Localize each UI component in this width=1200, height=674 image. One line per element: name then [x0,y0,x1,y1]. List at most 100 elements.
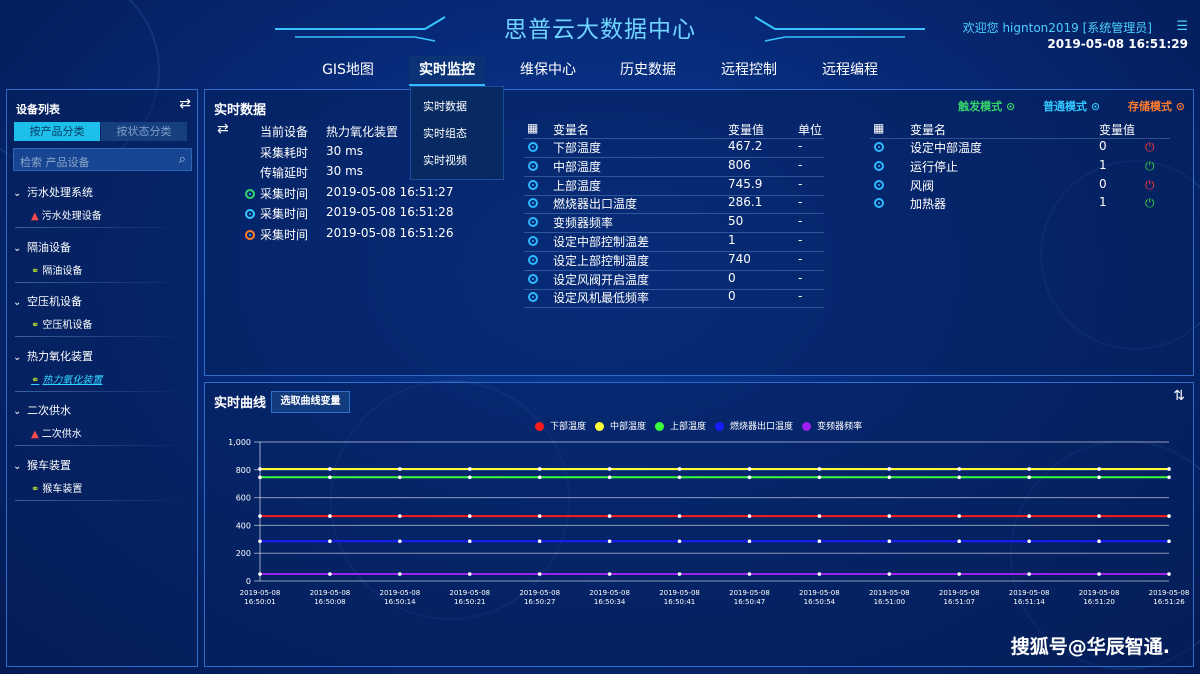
chevron-down-icon: ⌄ [13,243,22,254]
x-tick-time: 16:51:14 [1013,598,1045,606]
tab-by-product[interactable]: 按产品分类 [14,122,100,141]
nav-maintenance[interactable]: 维保中心 [510,56,586,86]
swap-icon[interactable]: ⇄ [217,121,229,137]
sidebar-title: 设备列表 [16,103,60,116]
data-point [607,467,612,471]
nav-gis[interactable]: GIS地图 [310,56,386,86]
data-point [1097,572,1101,576]
table-cell: 设定上部控制温度 [553,253,650,268]
x-tick-date: 2019-05-08 [240,589,281,597]
info-value: 30 ms [326,143,364,158]
table-cell: - [798,214,803,229]
variable-icon [874,179,884,190]
header: 思普云大数据中心 欢迎您 hignton2019 [系统管理员] ☰ 2019-… [0,0,1200,95]
tree-group-header[interactable]: ⌄ 空压机设备 [13,293,82,309]
tree-group-sewage: ⌄ 污水处理系统 ▲ 污水处理设备 [7,184,197,239]
power-icon[interactable]: ⏻ [1145,140,1155,155]
dropdown-realtime-config[interactable]: 实时组态 [411,120,503,147]
data-point [537,514,542,518]
tree-group-label: 二次供水 [27,404,71,417]
tree-group-header[interactable]: ⌄ 热力氧化装置 [13,348,93,364]
data-point [747,572,752,576]
data-point [258,572,262,576]
table-cell: 运行停止 [910,159,959,174]
x-tick-time: 16:50:08 [314,598,345,606]
tree-item-label: 猴车装置 [42,484,83,495]
x-tick-time: 16:50:21 [454,598,485,606]
data-point [747,539,752,544]
data-point [467,514,472,518]
chevron-down-icon: ⌄ [13,188,22,199]
data-point [258,514,262,518]
tree-item[interactable]: ▲ 二次供水 [31,425,82,440]
tab-by-status[interactable]: 按状态分类 [101,122,187,141]
trigger-mode-toggle[interactable]: 触发模式 ⊙ [946,100,1015,113]
tree-group-header[interactable]: ⌄ 污水处理系统 [13,184,93,200]
storage-mode-toggle[interactable]: 存储模式 ⊙ [1116,100,1185,113]
tree-item[interactable]: ⚭ 隔油设备 [31,262,82,277]
table-cell: - [798,176,803,191]
tree-group-monkey-car: ⌄ 猴车装置 ⚭ 猴车装置 [7,457,197,512]
x-tick-date: 2019-05-08 [380,589,421,597]
search-input[interactable]: 检索 产品设备 ⌕ [13,148,192,171]
info-value: 2019-05-08 16:51:28 [326,205,454,220]
tree-item[interactable]: ⚭ 空压机设备 [31,316,92,331]
swap-icon[interactable]: ⇄ [179,96,191,112]
tree-group-label: 污水处理系统 [27,186,93,199]
table-cell: 0 [728,270,736,285]
welcome-user-text[interactable]: 欢迎您 hignton2019 [系统管理员] [963,19,1152,36]
info-value: 热力氧化装置 [326,125,399,139]
tree-group-header[interactable]: ⌄ 二次供水 [13,402,71,418]
tree-item-label: 二次供水 [41,429,82,440]
dropdown-realtime-data[interactable]: 实时数据 [411,93,503,120]
table-cell: - [798,270,803,285]
nav-realtime-monitor[interactable]: 实时监控 [409,56,485,86]
data-point [537,572,542,576]
power-icon[interactable]: ⏻ [1145,178,1155,193]
main-nav: GIS地图 实时监控 维保中心 历史数据 远程控制 远程编程 [292,56,912,86]
table-cell: - [798,195,803,210]
data-point [537,539,542,544]
variable-icon [528,254,538,265]
data-point [747,475,752,480]
tree-item[interactable]: ⚭ 猴车装置 [31,480,82,495]
variable-icon [874,160,884,171]
tree-group-label: 猴车装置 [27,459,71,472]
link-icon: ⚭ [31,266,40,277]
warning-icon: ▲ [31,429,39,440]
tree-group-header[interactable]: ⌄ 隔油设备 [13,239,71,255]
search-icon[interactable]: ⌕ [179,152,186,167]
data-point [398,572,402,576]
table-cell: 50 [728,214,744,229]
menu-icon[interactable]: ☰ [1176,19,1188,34]
power-icon[interactable]: ⏻ [1145,196,1155,211]
nav-history[interactable]: 历史数据 [610,56,686,86]
nav-remote-control[interactable]: 远程控制 [711,56,787,86]
data-point [817,572,822,576]
table-cell: 下部温度 [553,141,602,155]
dropdown-realtime-video[interactable]: 实时视频 [411,147,503,174]
tree-group-header[interactable]: ⌄ 猴车装置 [13,457,71,473]
info-value: 2019-05-08 16:51:26 [326,226,454,240]
variable-icon [528,160,538,171]
divider [15,227,185,228]
normal-mode-toggle[interactable]: 普通模式 ⊙ [1031,100,1100,113]
x-tick-date: 2019-05-08 [310,589,351,597]
data-point [398,475,402,480]
tree-item[interactable]: ▲ 污水处理设备 [31,207,102,222]
data-point [677,475,682,480]
data-point [747,467,752,471]
table-cell: - [798,233,803,247]
power-icon[interactable]: ⏻ [1145,159,1155,174]
nav-remote-programming[interactable]: 远程编程 [812,56,888,86]
tree-item-selected[interactable]: ⚭ 热力氧化装置 [31,371,102,386]
variable-icon [528,198,538,209]
table-cell: 设定中部温度 [910,141,983,155]
info-label: 当前设备 [260,125,309,139]
mode-label: 存储模式 [1127,100,1172,113]
grid-icon: ▦ [527,121,539,135]
data-point [677,539,682,544]
device-list-sidebar: 设备列表 ⇄ 按产品分类 按状态分类 检索 产品设备 ⌕ ⌄ 污水处理系统 ▲ 污水… [6,89,198,667]
x-tick-date: 2019-05-08 [1079,589,1120,597]
table-cell: 风阀 [910,178,935,193]
